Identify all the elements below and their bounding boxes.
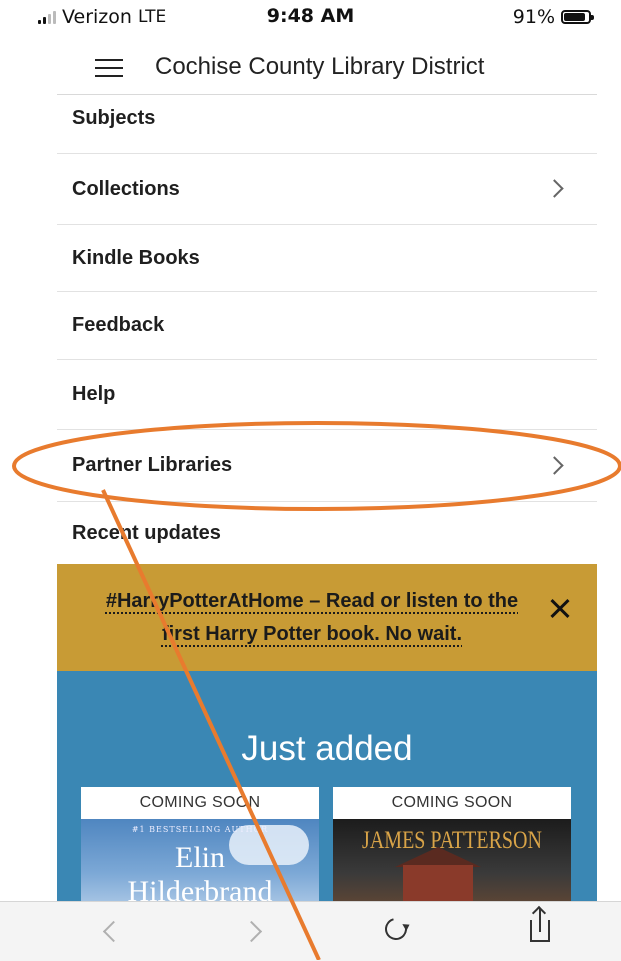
chevron-right-icon	[545, 179, 564, 198]
nav-menu: Subjects Collections Kindle Books Feedba…	[57, 96, 597, 564]
back-arrow-icon[interactable]	[80, 902, 140, 961]
cover-author-first: Elin	[175, 841, 225, 874]
book-cover: JAMES PATTERSON	[333, 819, 571, 901]
book-card[interactable]: COMING SOON #1 BESTSELLING AUTHOR Elin H…	[81, 787, 319, 901]
reload-icon	[380, 913, 412, 945]
menu-item-label: Help	[72, 383, 116, 405]
close-icon[interactable]	[545, 594, 575, 624]
chevron-right-icon	[545, 456, 564, 475]
house-graphic	[403, 865, 473, 901]
menu-item-kindle-books[interactable]: Kindle Books	[57, 225, 597, 292]
book-card[interactable]: COMING SOON JAMES PATTERSON	[333, 787, 571, 901]
forward-arrow-icon[interactable]	[226, 902, 286, 961]
book-cover: #1 BESTSELLING AUTHOR Elin Hilderbrand	[81, 819, 319, 901]
reload-button[interactable]	[368, 902, 428, 961]
menu-item-feedback[interactable]: Feedback	[57, 292, 597, 360]
menu-item-label: Collections	[72, 177, 180, 200]
share-arrow-icon	[539, 908, 541, 932]
menu-item-help[interactable]: Help	[57, 360, 597, 430]
browser-toolbar	[0, 901, 621, 961]
promo-banner: #HarryPotterAtHome – Read or listen to t…	[57, 564, 597, 671]
menu-item-label: Partner Libraries	[72, 454, 233, 476]
status-bar: Verizon LTE 9:48 AM 91%	[0, 0, 621, 40]
cover-author-last: Hilderbrand	[127, 875, 273, 901]
menu-item-label: Subjects	[72, 107, 156, 129]
coming-soon-badge: COMING SOON	[139, 794, 261, 811]
share-button[interactable]	[512, 902, 572, 961]
menu-item-recent-updates[interactable]: Recent updates	[57, 502, 597, 564]
hamburger-menu-icon[interactable]	[95, 47, 135, 87]
coming-soon-badge: COMING SOON	[391, 794, 513, 811]
banner-link[interactable]: #HarryPotterAtHome – Read or listen to t…	[102, 585, 522, 651]
menu-item-label: Feedback	[72, 314, 165, 336]
house-roof-graphic	[395, 847, 481, 867]
page-title: Cochise County Library District	[155, 53, 485, 80]
menu-item-collections[interactable]: Collections	[57, 154, 597, 225]
menu-item-partner-libraries[interactable]: Partner Libraries	[57, 430, 597, 502]
menu-item-label: Kindle Books	[72, 246, 200, 269]
just-added-section: Just added COMING SOON #1 BESTSELLING AU…	[57, 671, 597, 901]
section-title: Just added	[241, 729, 413, 768]
cover-tagline: #1 BESTSELLING AUTHOR	[131, 825, 269, 834]
menu-item-subjects[interactable]: Subjects	[57, 96, 597, 154]
status-right: 91%	[512, 6, 594, 28]
battery-icon	[561, 10, 594, 24]
battery-percent: 91%	[512, 6, 555, 28]
menu-item-label: Recent updates	[72, 521, 221, 544]
app-header: Cochise County Library District	[57, 40, 597, 95]
